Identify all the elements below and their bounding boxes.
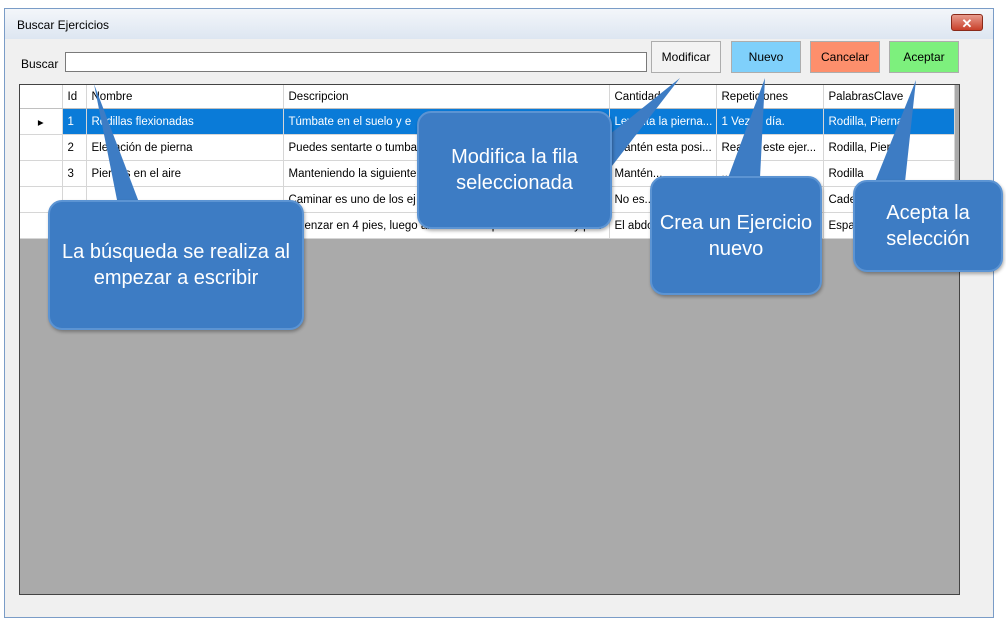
- cell-id: 3: [62, 160, 87, 187]
- search-input[interactable]: [65, 52, 647, 72]
- header-row: Id Nombre Descripcion Cantidad Repeticio…: [20, 85, 955, 109]
- cell-repeticiones: Realiza este ejer...: [716, 134, 824, 161]
- cell-id: 1: [62, 108, 87, 135]
- cell-repeticiones: 1 Vez al día.: [716, 108, 824, 135]
- column-header-nombre[interactable]: Nombre: [86, 85, 284, 109]
- cell-palabras-clave: Rodilla, Pierna: [823, 134, 955, 161]
- callout-busqueda: La búsqueda se realiza al empezar a escr…: [48, 200, 304, 330]
- callout-acepta: Acepta la selección: [853, 180, 1003, 272]
- row-selector-arrow-icon: ▸: [20, 108, 63, 135]
- nuevo-button[interactable]: Nuevo: [731, 41, 801, 73]
- column-header-descripcion[interactable]: Descripcion: [283, 85, 610, 109]
- row-header-corner: [20, 85, 63, 109]
- column-header-id[interactable]: Id: [62, 85, 87, 109]
- title-bar: Buscar Ejercicios ✕: [5, 9, 993, 39]
- aceptar-button[interactable]: Aceptar: [889, 41, 959, 73]
- row-selector: [20, 160, 63, 187]
- window-title: Buscar Ejercicios: [17, 18, 110, 32]
- column-header-palabras-clave[interactable]: PalabrasClave: [823, 85, 955, 109]
- cell-cantidad: Mantén esta posi...: [609, 134, 717, 161]
- cell-nombre: Piernas en el aire: [86, 160, 284, 187]
- callout-modifica: Modifica la fila seleccionada: [417, 111, 612, 229]
- cancelar-button[interactable]: Cancelar: [810, 41, 880, 73]
- search-label: Buscar: [21, 57, 59, 71]
- callout-crea: Crea un Ejercicio nuevo: [650, 176, 822, 295]
- cell-id: 2: [62, 134, 87, 161]
- cell-nombre: Elevación de pierna: [86, 134, 284, 161]
- row-selector: [20, 134, 63, 161]
- cell-nombre: Rodillas flexionadas: [86, 108, 284, 135]
- cell-palabras-clave: Rodilla, Pierna: [823, 108, 955, 135]
- column-header-repeticiones[interactable]: Repeticiones: [716, 85, 824, 109]
- cell-cantidad: Levanta la pierna...: [609, 108, 717, 135]
- modificar-button[interactable]: Modificar: [651, 41, 721, 73]
- close-button[interactable]: ✕: [951, 14, 983, 31]
- column-header-cantidad[interactable]: Cantidad: [609, 85, 717, 109]
